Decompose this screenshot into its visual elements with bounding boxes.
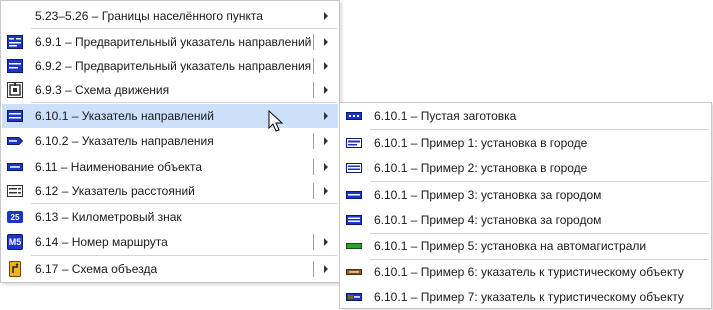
distance-sign-icon: [7, 183, 23, 199]
menu-item-label: 6.10.2 – Указатель направления: [35, 134, 214, 148]
submenu-arrow-icon[interactable]: [324, 86, 328, 94]
submenu-item-label: 6.10.1 – Пример 4: установка за городом: [374, 213, 602, 227]
object-name-sign-icon: [7, 159, 23, 175]
context-menu: 5.23–5.26 – Границы населённого пункта 6…: [0, 0, 340, 283]
submenu-arrow-icon[interactable]: [324, 62, 328, 70]
split-divider: [313, 133, 314, 149]
submenu-arrow-icon[interactable]: [324, 163, 328, 171]
menu-item-6-10-1[interactable]: 6.10.1 – Указатель направлений: [2, 104, 338, 128]
split-divider: [313, 183, 314, 199]
tourist-direction-sign-icon: [346, 289, 362, 305]
menu-item-label: 6.13 – Километровый знак: [35, 210, 182, 224]
direction-sign-icon: [7, 108, 23, 124]
split-divider: [313, 261, 314, 277]
submenu-item-example-6[interactable]: 6.10.1 – Пример 6: указатель к туристиче…: [341, 260, 710, 284]
settlement-sign-icon: [7, 8, 23, 24]
menu-item-label: 6.9.2 – Предварительный указатель направ…: [35, 59, 312, 73]
submenu-item-label: 6.10.1 – Пример 5: установка на автомаги…: [374, 239, 647, 253]
split-divider: [313, 159, 314, 175]
menu-item-6-9-1[interactable]: 6.9.1 – Предварительный указатель направ…: [2, 30, 338, 54]
menu-item-label: 5.23–5.26 – Границы населённого пункта: [35, 9, 263, 23]
split-divider: [313, 58, 314, 74]
direction-arrow-sign-icon: [7, 133, 23, 149]
menu-item-label: 6.12 – Указатель расстояний: [35, 184, 195, 198]
advance-direction-sign-icon: [7, 58, 23, 74]
detour-scheme-sign-icon: [7, 261, 23, 277]
submenu-item-label: 6.10.1 – Пример 1: установка в городе: [374, 136, 588, 150]
split-divider: [313, 234, 314, 250]
submenu-item-label: 6.10.1 – Пустая заготовка: [374, 109, 517, 123]
menu-separator: [31, 255, 337, 256]
submenu-item-blank[interactable]: 6.10.1 – Пустая заготовка: [341, 104, 710, 128]
menu-item-6-9-2[interactable]: 6.9.2 – Предварительный указатель направ…: [2, 54, 338, 78]
menu-item-label: 6.11 – Наименование объекта: [35, 160, 203, 174]
submenu-item-label: 6.10.1 – Пример 7: указатель к туристиче…: [374, 290, 684, 304]
menu-separator: [31, 102, 337, 103]
submenu-arrow-icon: [324, 112, 328, 120]
menu-item-6-14[interactable]: M5 6.14 – Номер маршрута: [2, 230, 338, 254]
highway-direction-sign-icon: [346, 238, 362, 254]
menu-item-6-12[interactable]: 6.12 – Указатель расстояний: [2, 179, 338, 203]
menu-item-label: 6.10.1 – Указатель направлений: [35, 109, 214, 123]
menu-separator: [31, 28, 337, 29]
submenu-item-example-2[interactable]: 6.10.1 – Пример 2: установка в городе: [341, 156, 710, 180]
submenu-arrow-icon[interactable]: [324, 137, 328, 145]
menu-item-6-17[interactable]: 6.17 – Схема объезда: [2, 257, 338, 281]
menu-item-6-11[interactable]: 6.11 – Наименование объекта: [2, 155, 338, 179]
rural-direction-sign-icon: [346, 187, 362, 203]
submenu-arrow-icon[interactable]: [324, 238, 328, 246]
kilometer-sign-text: 25: [10, 212, 20, 222]
menu-item-label: 6.14 – Номер маршрута: [35, 235, 168, 249]
rural-direction-sign-icon: [346, 212, 362, 228]
submenu-arrow-icon[interactable]: [324, 187, 328, 195]
menu-item-label: 6.9.1 – Предварительный указатель направ…: [35, 35, 312, 49]
blank-template-sign-icon: [346, 108, 362, 124]
advance-direction-sign-icon: [7, 34, 23, 50]
submenu-item-example-7[interactable]: 6.10.1 – Пример 7: указатель к туристиче…: [341, 285, 710, 309]
tourist-direction-sign-icon: [346, 264, 362, 280]
submenu-item-label: 6.10.1 – Пример 3: установка за городом: [374, 188, 602, 202]
menu-separator: [31, 203, 337, 204]
submenu-item-example-3[interactable]: 6.10.1 – Пример 3: установка за городом: [341, 183, 710, 207]
mouse-cursor-icon: [268, 110, 284, 132]
submenu-item-label: 6.10.1 – Пример 2: установка в городе: [374, 161, 588, 175]
submenu-item-label: 6.10.1 – Пример 6: указатель к туристиче…: [374, 265, 684, 279]
menu-separator: [370, 129, 709, 130]
menu-item-6-13[interactable]: 25 6.13 – Километровый знак: [2, 205, 338, 229]
split-divider: [313, 82, 314, 98]
city-direction-sign-icon: [346, 135, 362, 151]
submenu-item-example-1[interactable]: 6.10.1 – Пример 1: установка в городе: [341, 131, 710, 155]
submenu-arrow-icon[interactable]: [324, 265, 328, 273]
menu-item-6-10-2[interactable]: 6.10.2 – Указатель направления: [2, 129, 338, 153]
city-direction-sign-icon: [346, 160, 362, 176]
menu-item-settlement-borders[interactable]: 5.23–5.26 – Границы населённого пункта: [2, 4, 338, 28]
submenu-arrow-icon[interactable]: [324, 38, 328, 46]
traffic-scheme-sign-icon: [7, 82, 23, 98]
submenu-arrow-icon: [324, 12, 328, 20]
split-divider: [313, 34, 314, 50]
menu-separator: [370, 181, 709, 182]
submenu-6-10-1: 6.10.1 – Пустая заготовка 6.10.1 – Приме…: [339, 102, 712, 309]
kilometer-sign-icon: 25: [7, 211, 23, 223]
menu-item-label: 6.17 – Схема объезда: [35, 262, 158, 276]
submenu-item-example-5[interactable]: 6.10.1 – Пример 5: установка на автомаги…: [341, 234, 710, 258]
route-number-sign-icon: M5: [7, 234, 23, 250]
submenu-item-example-4[interactable]: 6.10.1 – Пример 4: установка за городом: [341, 208, 710, 232]
menu-item-6-9-3[interactable]: 6.9.3 – Схема движения: [2, 78, 338, 102]
route-number-sign-text: M5: [8, 237, 22, 247]
menu-item-label: 6.9.3 – Схема движения: [35, 83, 170, 97]
